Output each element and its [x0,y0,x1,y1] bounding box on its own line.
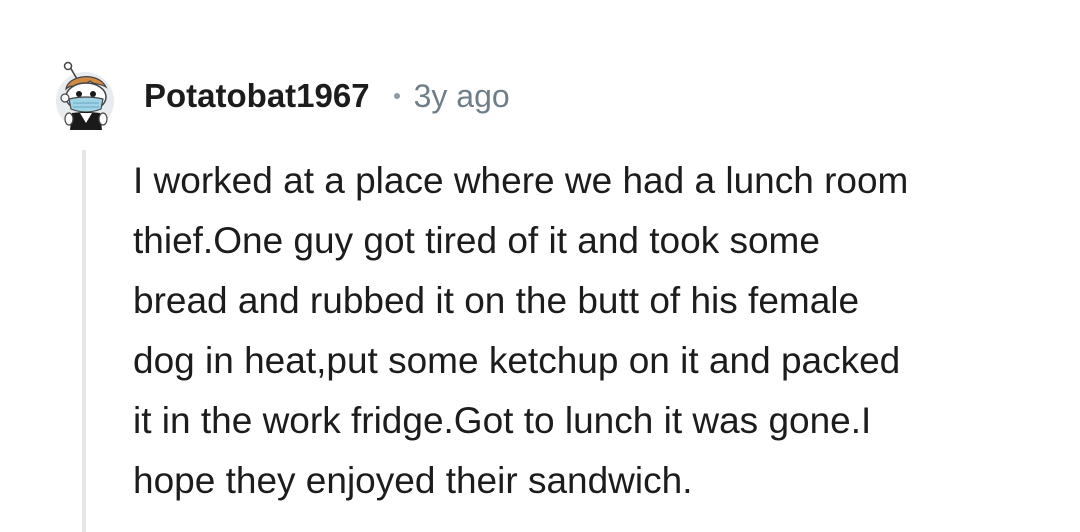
thread-collapse-line[interactable] [82,150,86,532]
comment-body-line: it in the work fridge.Got to lunch it wa… [133,400,872,441]
comment-body: I worked at a place where we had a lunch… [133,151,1033,511]
comment-timestamp: 3y ago [413,77,510,114]
comment-body-line: thief.One guy got tired of it and took s… [133,220,820,261]
comment-body-line: dog in heat,put some ketchup on it and p… [133,340,901,381]
comment-body-line: bread and rubbed it on the butt of his f… [133,280,860,321]
user-avatar-icon[interactable] [50,61,120,131]
comment-body-line: hope they enjoyed their sandwich. [133,460,693,501]
comment-author-username[interactable]: Potatobat1967 [144,77,370,115]
meta-separator-dot [393,93,400,99]
comment-body-line: I worked at a place where we had a lunch… [133,160,909,201]
comment-header: Potatobat1967 3y ago [50,56,510,136]
